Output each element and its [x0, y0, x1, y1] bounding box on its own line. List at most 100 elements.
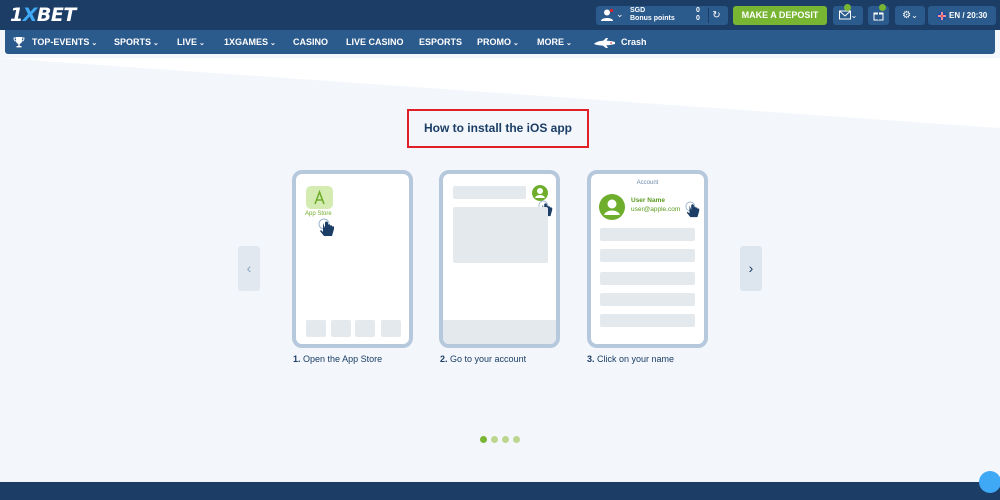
- chevron-down-icon: ⌄: [199, 40, 205, 47]
- chevron-down-icon: ⌄: [911, 11, 918, 20]
- bonus-value: 0: [696, 15, 700, 22]
- gift-icon: [873, 12, 884, 21]
- app-store-icon: [306, 186, 333, 209]
- logo-one: 1: [10, 4, 23, 26]
- search-bar-placeholder: [453, 186, 526, 199]
- chevron-down-icon: ⌄: [153, 40, 159, 47]
- list-row-placeholder: [600, 228, 695, 241]
- balance-value: 0: [696, 7, 700, 14]
- nav-label: 1XGAMES: [224, 37, 269, 47]
- nav-label: SPORTS: [114, 37, 152, 47]
- nav-label: LIVE: [177, 37, 198, 47]
- language-time-label: EN / 20:30: [948, 11, 988, 20]
- make-deposit-button[interactable]: MAKE A DEPOSIT: [733, 6, 827, 25]
- chevron-down-icon: ⌄: [616, 9, 624, 19]
- nav-casino[interactable]: CASINO: [293, 30, 328, 54]
- step-number: 2.: [440, 354, 448, 364]
- currency-label: SGD: [630, 7, 646, 14]
- flag-icon: [937, 11, 947, 21]
- bonus-label: Bonus points: [630, 15, 675, 22]
- nav-label: ESPORTS: [419, 37, 463, 47]
- chevron-right-icon: ›: [748, 260, 754, 276]
- tap-hand-icon: [318, 218, 334, 236]
- nav-live[interactable]: LIVE ⌄: [177, 30, 205, 54]
- app-store-label: App Store: [305, 211, 332, 217]
- carousel-prev-button[interactable]: ‹: [238, 246, 260, 291]
- mail-button[interactable]: ⌄: [833, 4, 863, 25]
- user-name-label: User Name: [631, 197, 665, 204]
- refresh-icon[interactable]: ↻: [708, 8, 724, 23]
- phone-mockup-profile: Account User Name user@apple.com: [587, 170, 708, 348]
- nav-sports[interactable]: SPORTS ⌄: [114, 30, 159, 54]
- main-nav: TOP-EVENTS ⌄ SPORTS ⌄ LIVE ⌄ 1XGAMES ⌄ CASIN…: [5, 30, 995, 54]
- section-title: How to install the iOS app: [423, 121, 572, 135]
- footer: [0, 482, 1000, 500]
- nav-label: TOP-EVENTS: [32, 37, 90, 47]
- trophy-icon: [13, 37, 25, 48]
- user-icon: [601, 8, 614, 21]
- carousel-next-button[interactable]: ›: [740, 246, 762, 291]
- step-label: 3. Click on your name: [587, 354, 674, 364]
- settings-icon: ⚙: [902, 10, 912, 21]
- phone-mockup-app-store: App Store: [292, 170, 413, 348]
- user-email-label: user@apple.com: [631, 206, 681, 213]
- nav-promo[interactable]: PROMO ⌄: [477, 30, 519, 54]
- nav-esports[interactable]: ESPORTS: [419, 30, 462, 54]
- pagination-dot[interactable]: [513, 436, 520, 443]
- chevron-down-icon: ⌄: [513, 40, 519, 47]
- step-text: Open the App Store: [303, 354, 383, 364]
- tap-hand-icon: [685, 201, 700, 218]
- pagination-dot[interactable]: [502, 436, 509, 443]
- mail-icon: [838, 10, 851, 20]
- list-row-placeholder: [600, 272, 695, 285]
- nav-more[interactable]: MORE ⌄: [537, 30, 572, 54]
- nav-label: Crash: [621, 37, 647, 47]
- list-row-placeholder: [600, 293, 695, 306]
- chevron-left-icon: ‹: [246, 260, 252, 276]
- chevron-down-icon: ⌄: [566, 40, 572, 47]
- notification-badge: [844, 4, 851, 11]
- list-row-placeholder: [600, 249, 695, 262]
- chevron-down-icon: ⌄: [850, 11, 858, 20]
- top-header: 1XBET ⌄ SGD Bonus points 0 0 ↻ MAKE A DE…: [0, 0, 1000, 30]
- phone-mockup-account: [439, 170, 560, 348]
- nav-crash[interactable]: Crash: [593, 30, 647, 54]
- step-text: Click on your name: [597, 354, 675, 364]
- pagination-dot[interactable]: [480, 436, 487, 443]
- content-block-placeholder: [453, 207, 548, 263]
- nav-label: MORE: [537, 37, 564, 47]
- nav-label: PROMO: [477, 37, 512, 47]
- logo-bet: BET: [36, 4, 76, 26]
- dock-app: [306, 320, 326, 337]
- notification-badge: [879, 4, 886, 11]
- nav-1xgames[interactable]: 1XGAMES ⌄: [224, 30, 276, 54]
- chevron-down-icon: ⌄: [91, 40, 98, 47]
- nav-label: LIVE CASINO: [346, 37, 404, 47]
- step-label: 2. Go to your account: [440, 354, 526, 364]
- dock-app: [381, 320, 401, 337]
- dock-app: [331, 320, 351, 337]
- gift-button[interactable]: [868, 4, 889, 25]
- dock-app: [355, 320, 375, 337]
- account-balance-box[interactable]: ⌄ SGD Bonus points 0 0 ↻: [596, 6, 728, 25]
- pagination-dot[interactable]: [491, 436, 498, 443]
- nav-top-events[interactable]: TOP-EVENTS ⌄: [32, 30, 97, 54]
- chat-button[interactable]: [979, 471, 1000, 493]
- settings-button[interactable]: ⚙⌄: [895, 6, 925, 25]
- airplane-icon: [594, 37, 615, 48]
- language-selector[interactable]: EN / 20:30: [928, 6, 996, 25]
- logo-x: X: [22, 4, 38, 26]
- step-number: 3.: [587, 354, 595, 364]
- list-row-placeholder: [600, 314, 695, 327]
- nav-label: CASINO: [293, 37, 329, 47]
- logo[interactable]: 1XBET: [10, 4, 76, 26]
- nav-live-casino[interactable]: LIVE CASINO: [346, 30, 404, 54]
- chevron-down-icon: ⌄: [270, 40, 276, 47]
- avatar-icon: [599, 194, 625, 220]
- step-label: 1. Open the App Store: [293, 354, 382, 364]
- account-header: Account: [636, 180, 659, 186]
- bottom-bar-placeholder: [443, 320, 556, 344]
- step-text: Go to your account: [450, 354, 527, 364]
- step-number: 1.: [293, 354, 301, 364]
- avatar-icon: [532, 185, 548, 201]
